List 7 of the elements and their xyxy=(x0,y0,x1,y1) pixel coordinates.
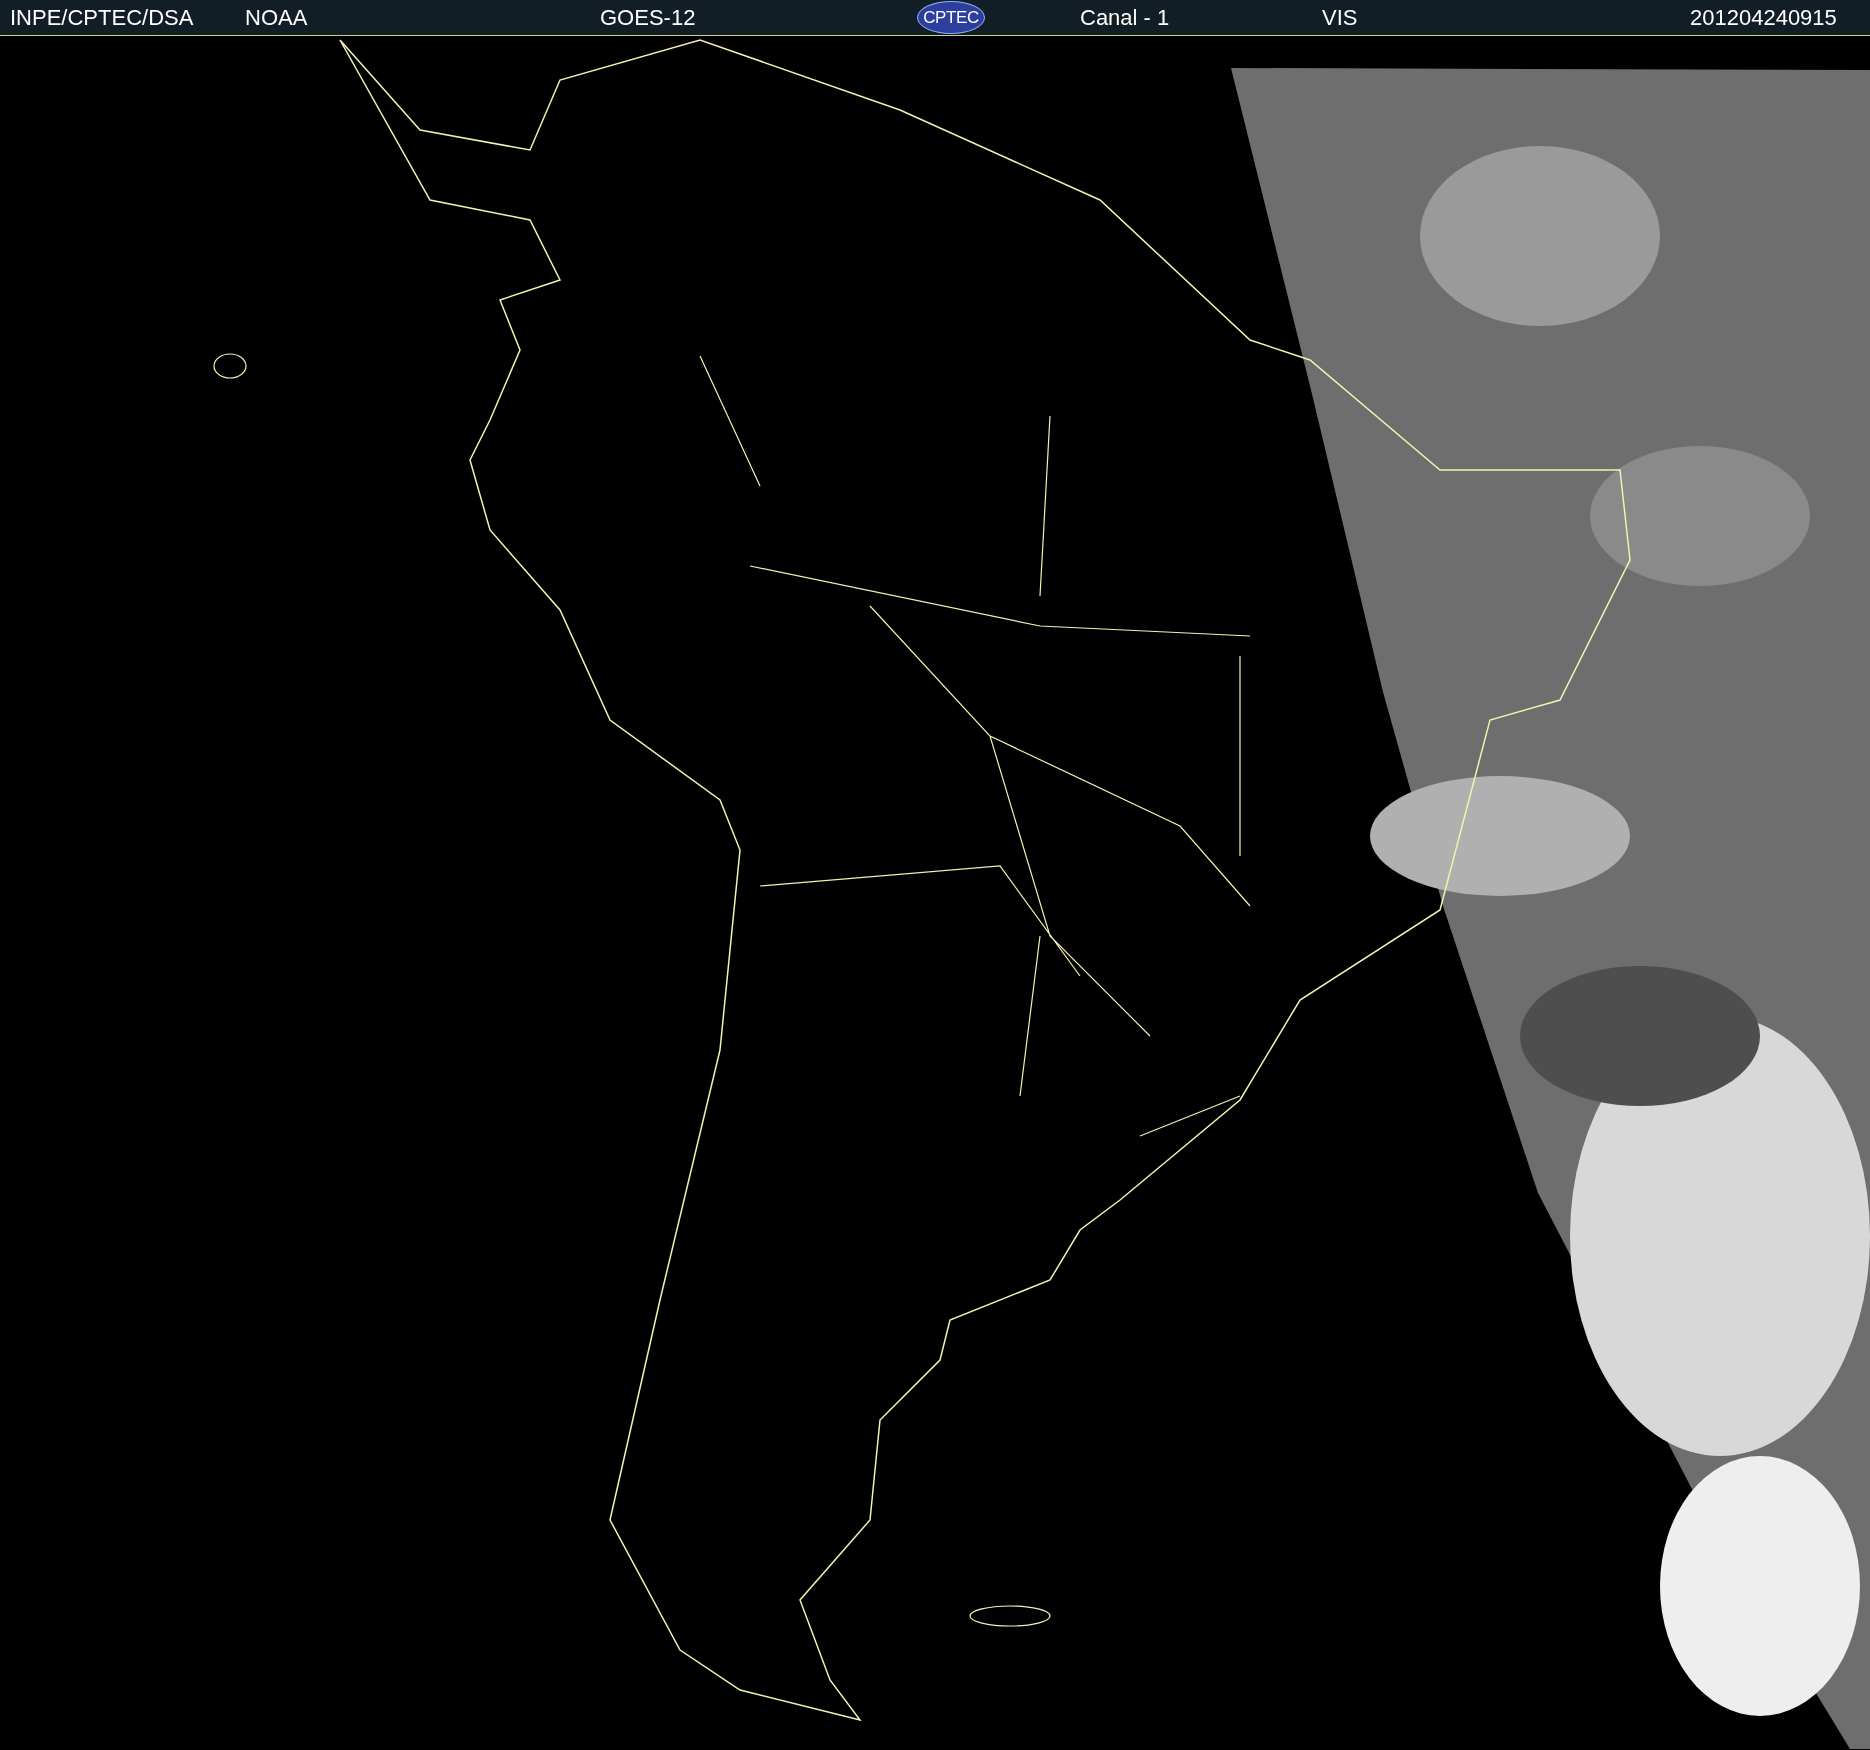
header-label: INPE/CPTEC/DSA xyxy=(10,5,194,31)
header-label: 201204240915 xyxy=(1690,5,1837,31)
header-label: VIS xyxy=(1322,5,1358,31)
header-label: NOAA xyxy=(245,5,308,31)
logo: CPTEC xyxy=(917,1,985,34)
header-label: Canal - 1 xyxy=(1080,5,1170,31)
header-label: GOES-12 xyxy=(600,5,696,31)
